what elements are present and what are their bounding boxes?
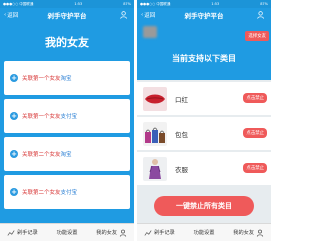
nav-bar: ‹ 返回 剁手守护平台: [137, 8, 271, 22]
back-label: 返回: [7, 13, 19, 19]
tab-bar: 剁手记录 功能设置 我的女友: [0, 223, 134, 241]
tab-bar: 剁手记录 功能设置 我的女友: [137, 223, 271, 241]
plus-icon: +: [10, 112, 18, 120]
clothes-thumbnail: [143, 156, 167, 181]
section-heading: 我的女友: [45, 36, 89, 49]
carrier-label: ●●●○○ 中国联通: [3, 1, 34, 6]
clock: 1:53: [211, 2, 220, 6]
clock: 1:53: [74, 2, 83, 6]
link-label: 关联第一个女友淘宝: [22, 76, 72, 82]
plus-icon: +: [10, 188, 18, 196]
chart-icon: [7, 229, 15, 236]
select-girlfriend-button[interactable]: 选择女友: [245, 31, 269, 41]
girlfriend-avatar: [143, 26, 157, 38]
link-card[interactable]: + 关联第二个女友淘宝: [4, 137, 130, 171]
chevron-left-icon: ‹: [141, 12, 144, 18]
chart-icon: [144, 229, 152, 236]
category-heading: 当前支持以下类目: [172, 54, 236, 63]
carrier-label: ●●●○○ 中国联通: [140, 1, 171, 6]
back-label: 返回: [144, 13, 156, 19]
link-card[interactable]: + 关联第二个女友支付宝: [4, 175, 130, 209]
tab-girlfriend[interactable]: 我的女友: [226, 229, 271, 237]
plus-icon: +: [10, 74, 18, 82]
tab-girlfriend[interactable]: 我的女友: [89, 229, 134, 237]
category-name: 衣服: [175, 165, 188, 174]
nav-bar: ‹ 返回 剁手守护平台: [0, 8, 134, 22]
lipstick-thumbnail: [143, 86, 167, 111]
ban-button[interactable]: 点击禁止: [243, 93, 267, 103]
category-name: 包包: [175, 130, 188, 139]
chevron-left-icon: ‹: [4, 12, 7, 18]
plus-icon: +: [10, 150, 18, 158]
link-card[interactable]: + 关联第一个女友支付宝: [4, 99, 130, 133]
back-button[interactable]: ‹ 返回: [141, 11, 155, 19]
ban-button[interactable]: 点击禁止: [243, 163, 267, 173]
tab-records[interactable]: 剁手记录: [0, 229, 45, 237]
link-label: 关联第一个女友支付宝: [22, 114, 78, 120]
category-row: 口红 点击禁止: [137, 82, 271, 115]
link-label: 关联第二个女友支付宝: [22, 190, 78, 196]
user-settings-icon[interactable]: [120, 11, 128, 19]
user-icon: [256, 229, 264, 237]
status-bar: ●●●○○ 中国联通 1:53 87%: [0, 0, 134, 8]
link-card[interactable]: + 关联第一个女友淘宝: [4, 61, 130, 95]
page-title: 剁手守护平台: [47, 12, 87, 20]
user-settings-icon[interactable]: [257, 11, 265, 19]
back-button[interactable]: ‹ 返回: [4, 11, 18, 19]
category-name: 口红: [175, 95, 188, 104]
user-icon: [119, 229, 127, 237]
page-title: 剁手守护平台: [184, 12, 224, 20]
battery-label: 87%: [123, 2, 131, 6]
tab-records[interactable]: 剁手记录: [137, 229, 182, 237]
ban-button[interactable]: 点击禁止: [243, 128, 267, 138]
category-row: 衣服 点击禁止: [137, 152, 271, 185]
status-bar: ●●●○○ 中国联通 1:53 87%: [137, 0, 271, 8]
link-label: 关联第二个女友淘宝: [22, 152, 72, 158]
tab-settings[interactable]: 功能设置: [45, 229, 90, 236]
ban-all-button[interactable]: 一键禁止所有类目: [154, 196, 254, 216]
tab-settings[interactable]: 功能设置: [182, 229, 227, 236]
category-ban-screen: ●●●○○ 中国联通 1:53 87% ‹ 返回 剁手守护平台 选择女友 当前支…: [137, 0, 271, 241]
bags-thumbnail: [143, 121, 167, 146]
category-row: 包包 点击禁止: [137, 117, 271, 150]
my-girlfriend-screen: ●●●○○ 中国联通 1:53 87% ‹ 返回 剁手守护平台 我的女友 + 关…: [0, 0, 134, 241]
battery-label: 87%: [260, 2, 268, 6]
